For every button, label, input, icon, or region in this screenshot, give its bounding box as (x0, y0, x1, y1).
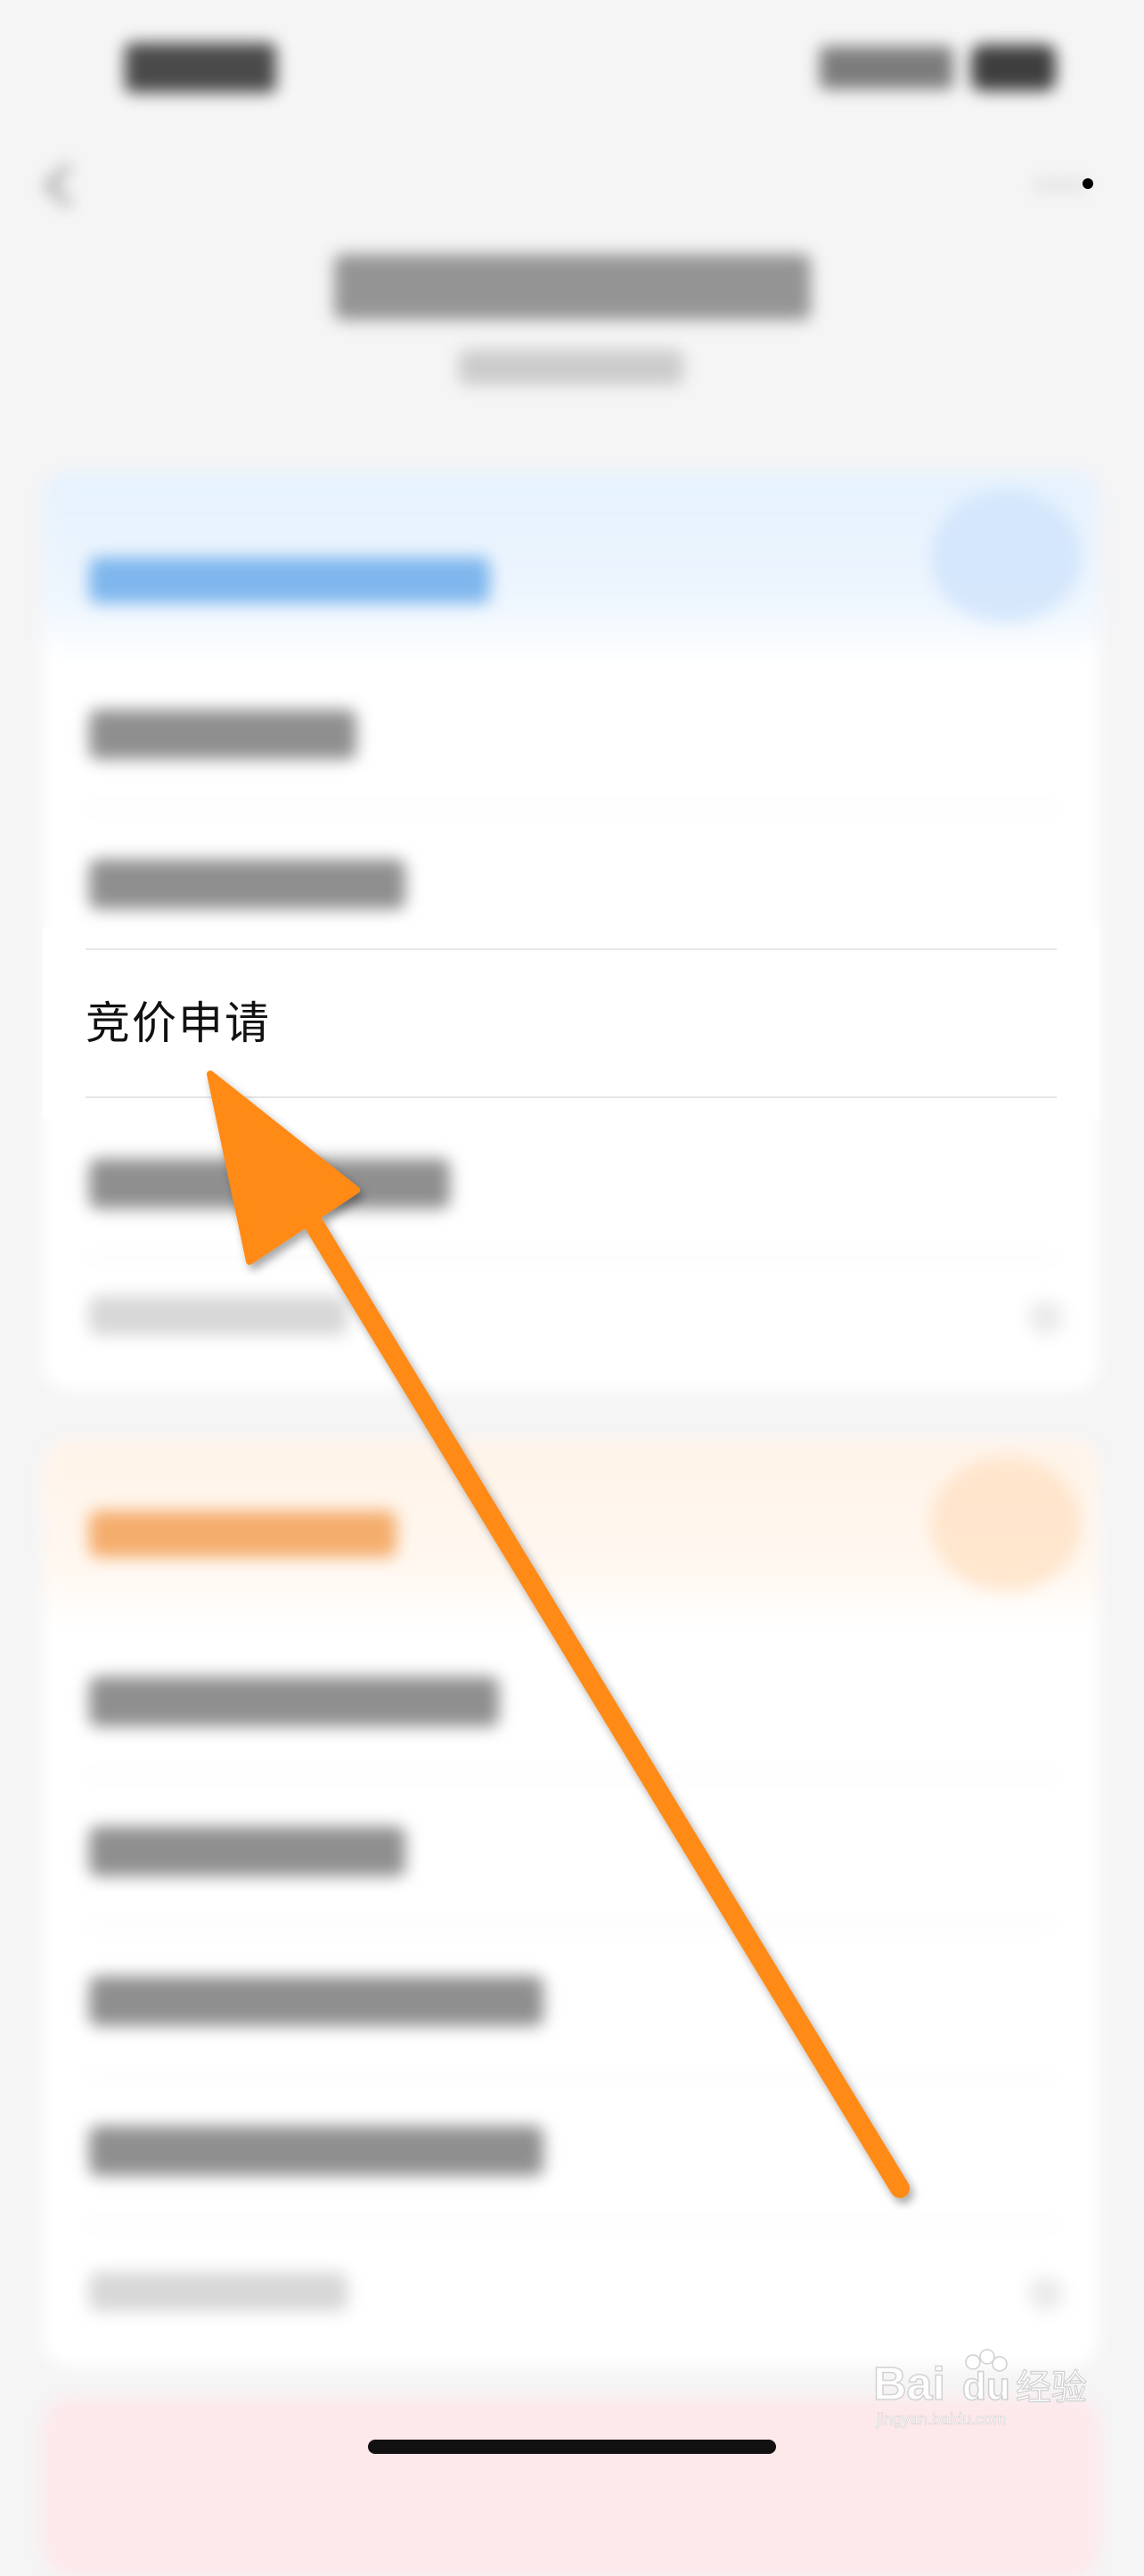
status-time (125, 43, 276, 93)
section-decoration-icon (930, 1457, 1082, 1591)
list-item[interactable] (43, 1627, 1099, 1776)
section-header (43, 1440, 1099, 1627)
list-item-more[interactable] (43, 1241, 1099, 1391)
section-header (43, 472, 1099, 660)
svg-text:Bai: Bai (873, 2359, 945, 2410)
list-item[interactable] (43, 1109, 1099, 1259)
list-item-bidding-application[interactable]: 竞价申请 (43, 927, 1099, 1119)
more-icon[interactable] (1034, 160, 1087, 210)
home-indicator[interactable] (368, 2440, 776, 2454)
chevron-left-icon[interactable] (39, 160, 78, 210)
divider (86, 948, 1057, 950)
section-decoration-icon (930, 490, 1082, 624)
page-subtitle (459, 349, 683, 385)
list-item[interactable] (43, 660, 1099, 809)
dot-marker (1083, 178, 1093, 189)
battery-icon (971, 45, 1056, 91)
svg-text:du: du (962, 2365, 1010, 2408)
svg-text:jingyan.baidu.com: jingyan.baidu.com (876, 2410, 1006, 2428)
svg-text:经验: 经验 (1016, 2367, 1087, 2408)
baidu-watermark-logo: Bai du 经验 jingyan.baidu.com (872, 2344, 1096, 2433)
list-item-label: 竞价申请 (86, 998, 271, 1048)
section-title (89, 1511, 396, 1557)
list-item[interactable] (43, 1776, 1099, 1926)
status-signal-icons (820, 46, 953, 89)
list-item[interactable] (43, 1926, 1099, 2076)
section-card-business (43, 1440, 1099, 2367)
section-title (89, 557, 490, 603)
list-item[interactable] (43, 2076, 1099, 2226)
divider (86, 1096, 1057, 1098)
page-title (334, 254, 811, 320)
